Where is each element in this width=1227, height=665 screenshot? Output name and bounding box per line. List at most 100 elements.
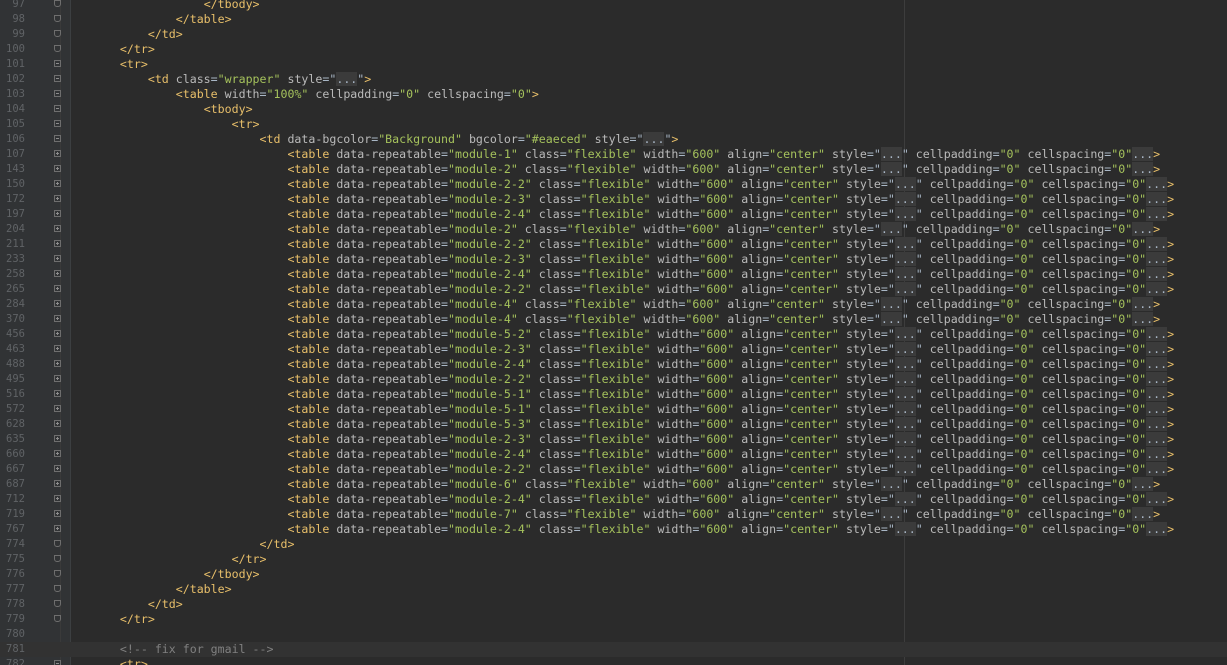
code-line[interactable]: 572 <table data-repeatable="module-5-1" …: [0, 402, 1227, 417]
fold-expand-icon[interactable]: [54, 525, 61, 532]
folded-ellipsis[interactable]: ...: [1146, 327, 1168, 341]
fold-collapse-icon[interactable]: [54, 120, 61, 127]
folded-ellipsis[interactable]: ...: [336, 72, 358, 86]
folded-ellipsis[interactable]: ...: [1146, 357, 1168, 371]
fold-expand-icon[interactable]: [54, 465, 61, 472]
code-line[interactable]: 99 </td>: [0, 27, 1227, 42]
code-line[interactable]: 103 <table width="100%" cellpadding="0" …: [0, 87, 1227, 102]
folded-ellipsis[interactable]: ...: [894, 177, 916, 191]
code-line[interactable]: 628 <table data-repeatable="module-5-3" …: [0, 417, 1227, 432]
folded-ellipsis[interactable]: ...: [894, 387, 916, 401]
folded-ellipsis[interactable]: ...: [880, 477, 902, 491]
code-line[interactable]: 767 <table data-repeatable="module-2-4" …: [0, 522, 1227, 537]
code-text[interactable]: </tbody>: [92, 567, 260, 582]
folded-ellipsis[interactable]: ...: [1132, 477, 1154, 491]
code-line[interactable]: 284 <table data-repeatable="module-4" cl…: [0, 297, 1227, 312]
folded-ellipsis[interactable]: ...: [1146, 432, 1168, 446]
code-text[interactable]: <table data-repeatable="module-6" class=…: [92, 477, 1160, 492]
fold-expand-icon[interactable]: [54, 165, 61, 172]
folded-ellipsis[interactable]: ...: [894, 252, 916, 266]
fold-end-icon[interactable]: [54, 30, 61, 37]
code-text[interactable]: <table data-repeatable="module-2-4" clas…: [92, 267, 1174, 282]
fold-end-icon[interactable]: [54, 585, 61, 592]
folded-ellipsis[interactable]: ...: [894, 342, 916, 356]
code-text[interactable]: <table data-repeatable="module-2-2" clas…: [92, 462, 1174, 477]
code-text[interactable]: </td>: [92, 537, 295, 552]
code-text[interactable]: <td class="wrapper" style="...">: [92, 72, 371, 87]
code-line[interactable]: 635 <table data-repeatable="module-2-3" …: [0, 432, 1227, 447]
fold-expand-icon[interactable]: [54, 495, 61, 502]
code-text[interactable]: <table data-repeatable="module-5-1" clas…: [92, 387, 1174, 402]
fold-expand-icon[interactable]: [54, 360, 61, 367]
code-text[interactable]: <table data-repeatable="module-5-1" clas…: [92, 402, 1174, 417]
code-line[interactable]: 97 </tbody>: [0, 0, 1227, 12]
fold-collapse-icon[interactable]: [54, 660, 61, 665]
code-text[interactable]: <tr>: [92, 657, 148, 665]
code-line[interactable]: 667 <table data-repeatable="module-2-2" …: [0, 462, 1227, 477]
folded-ellipsis[interactable]: ...: [1146, 237, 1168, 251]
folded-ellipsis[interactable]: ...: [1132, 297, 1154, 311]
fold-expand-icon[interactable]: [54, 405, 61, 412]
folded-ellipsis[interactable]: ...: [894, 402, 916, 416]
code-text[interactable]: </td>: [92, 597, 183, 612]
code-line[interactable]: 211 <table data-repeatable="module-2-2" …: [0, 237, 1227, 252]
folded-ellipsis[interactable]: ...: [1132, 312, 1154, 326]
code-text[interactable]: <table data-repeatable="module-2-2" clas…: [92, 237, 1174, 252]
code-text[interactable]: </tbody>: [92, 0, 260, 12]
code-text[interactable]: <table data-repeatable="module-2" class=…: [92, 162, 1160, 177]
code-text[interactable]: <table width="100%" cellpadding="0" cell…: [92, 87, 539, 102]
code-text[interactable]: <!-- fix for gmail -->: [92, 642, 274, 657]
folded-ellipsis[interactable]: ...: [880, 312, 902, 326]
code-line[interactable]: 712 <table data-repeatable="module-2-4" …: [0, 492, 1227, 507]
code-line[interactable]: 204 <table data-repeatable="module-2" cl…: [0, 222, 1227, 237]
code-line[interactable]: 104 <tbody>: [0, 102, 1227, 117]
code-text[interactable]: <table data-repeatable="module-2-3" clas…: [92, 252, 1174, 267]
code-line[interactable]: 102 <td class="wrapper" style="...">: [0, 72, 1227, 87]
code-line[interactable]: 265 <table data-repeatable="module-2-2" …: [0, 282, 1227, 297]
code-line[interactable]: 495 <table data-repeatable="module-2-2" …: [0, 372, 1227, 387]
code-line[interactable]: 463 <table data-repeatable="module-2-3" …: [0, 342, 1227, 357]
code-line[interactable]: 197 <table data-repeatable="module-2-4" …: [0, 207, 1227, 222]
code-text[interactable]: </tr>: [92, 552, 267, 567]
fold-expand-icon[interactable]: [54, 345, 61, 352]
code-text[interactable]: <tr>: [92, 57, 148, 72]
folded-ellipsis[interactable]: ...: [1146, 342, 1168, 356]
folded-ellipsis[interactable]: ...: [1132, 222, 1154, 236]
code-text[interactable]: <table data-repeatable="module-5-3" clas…: [92, 417, 1174, 432]
fold-collapse-icon[interactable]: [54, 135, 61, 142]
code-line[interactable]: 233 <table data-repeatable="module-2-3" …: [0, 252, 1227, 267]
folded-ellipsis[interactable]: ...: [880, 147, 902, 161]
fold-expand-icon[interactable]: [54, 225, 61, 232]
code-text[interactable]: </tr>: [92, 612, 155, 627]
folded-ellipsis[interactable]: ...: [894, 522, 916, 536]
fold-expand-icon[interactable]: [54, 330, 61, 337]
code-text[interactable]: <table data-repeatable="module-4" class=…: [92, 312, 1160, 327]
folded-ellipsis[interactable]: ...: [1146, 372, 1168, 386]
code-text[interactable]: <table data-repeatable="module-2-4" clas…: [92, 357, 1174, 372]
folded-ellipsis[interactable]: ...: [894, 267, 916, 281]
code-text[interactable]: <table data-repeatable="module-2-4" clas…: [92, 207, 1174, 222]
folded-ellipsis[interactable]: ...: [1146, 282, 1168, 296]
code-line[interactable]: 258 <table data-repeatable="module-2-4" …: [0, 267, 1227, 282]
folded-ellipsis[interactable]: ...: [1146, 252, 1168, 266]
code-line[interactable]: 143 <table data-repeatable="module-2" cl…: [0, 162, 1227, 177]
fold-end-icon[interactable]: [54, 555, 61, 562]
folded-ellipsis[interactable]: ...: [894, 447, 916, 461]
code-text[interactable]: <tr>: [92, 117, 260, 132]
folded-ellipsis[interactable]: ...: [894, 192, 916, 206]
fold-expand-icon[interactable]: [54, 195, 61, 202]
folded-ellipsis[interactable]: ...: [894, 432, 916, 446]
fold-expand-icon[interactable]: [54, 375, 61, 382]
code-text[interactable]: <td data-bgcolor="Background" bgcolor="#…: [92, 132, 678, 147]
fold-expand-icon[interactable]: [54, 510, 61, 517]
fold-expand-icon[interactable]: [54, 480, 61, 487]
code-text[interactable]: <table data-repeatable="module-2-4" clas…: [92, 522, 1174, 537]
folded-ellipsis[interactable]: ...: [1146, 177, 1168, 191]
code-text[interactable]: <table data-repeatable="module-2-2" clas…: [92, 372, 1174, 387]
fold-collapse-icon[interactable]: [54, 60, 61, 67]
folded-ellipsis[interactable]: ...: [880, 222, 902, 236]
code-lines[interactable]: 97 </tbody> 98 </table> 99 </td> 100 </tr> 1…: [0, 0, 1227, 665]
fold-expand-icon[interactable]: [54, 285, 61, 292]
code-text[interactable]: <table data-repeatable="module-4" class=…: [92, 297, 1160, 312]
code-line[interactable]: 687 <table data-repeatable="module-6" cl…: [0, 477, 1227, 492]
